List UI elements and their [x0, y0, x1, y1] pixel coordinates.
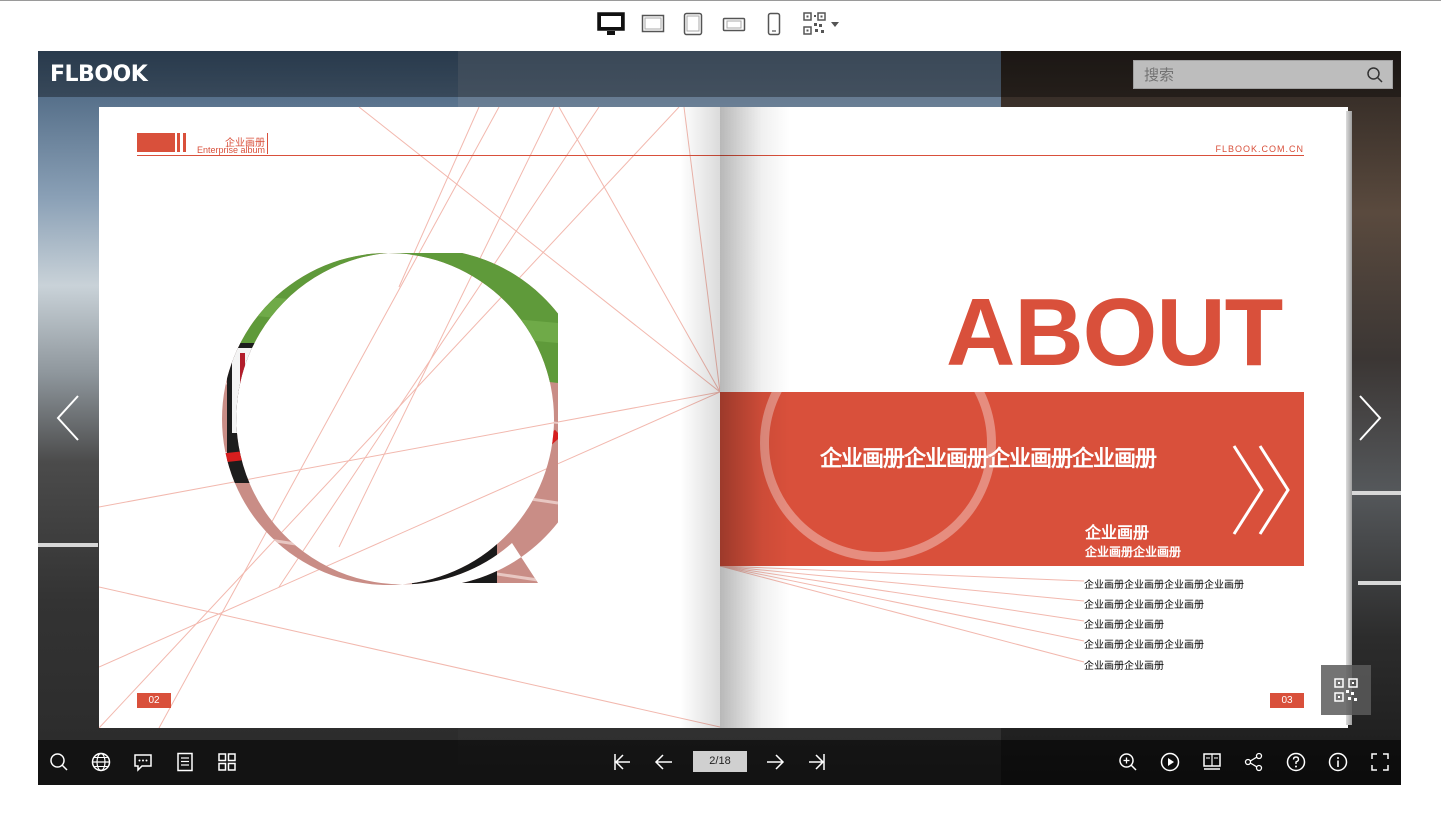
- header-accent-bar: [137, 133, 175, 152]
- help-button[interactable]: [1286, 752, 1306, 772]
- list-item: 企业画册企业画册: [1084, 661, 1164, 672]
- viewer-top-bar: FLBOOK: [38, 51, 1401, 97]
- logo: FLBOOK: [50, 62, 148, 87]
- road-marking: [1350, 491, 1401, 495]
- first-page-icon: [614, 754, 630, 770]
- chevron-left-icon: [56, 395, 79, 441]
- road-marking: [1358, 581, 1401, 585]
- page-indicator[interactable]: 2/18: [693, 751, 747, 772]
- search-button[interactable]: [49, 752, 69, 772]
- list-item: 企业画册企业画册企业画册企业画册: [1084, 580, 1244, 591]
- desktop-view-button[interactable]: [597, 12, 625, 36]
- tablet-portrait-view-button[interactable]: [682, 12, 704, 36]
- tablet-landscape-icon: [641, 14, 665, 33]
- site-url: FLBOOK.COM.CN: [1215, 144, 1304, 154]
- flipbook-viewer: FLBOOK 搜索 企业画册 Enterprise album 02 FLBOO…: [38, 51, 1401, 785]
- next-page-arrow[interactable]: [1354, 393, 1384, 443]
- fullscreen-button[interactable]: [1370, 752, 1390, 772]
- band-subtitle-small: 企业画册企业画册: [1085, 545, 1182, 559]
- tablet-portrait-icon: [683, 12, 703, 36]
- right-page[interactable]: FLBOOK.COM.CN ABOUT 企业画册企业画册企业画册企业画册 企业画…: [720, 107, 1348, 728]
- red-band: 企业画册企业画册企业画册企业画册 企业画册 企业画册企业画册: [720, 392, 1304, 566]
- road-marking: [38, 543, 98, 547]
- comments-button[interactable]: [133, 752, 153, 772]
- document-icon: [177, 752, 193, 772]
- previous-page-button[interactable]: [654, 752, 674, 772]
- window-top-border: [0, 0, 1441, 1]
- header-title-en: Enterprise album: [196, 145, 265, 155]
- runners-photo: [222, 253, 562, 589]
- globe-icon: [91, 752, 111, 772]
- chevron-right-icon: [1359, 395, 1382, 441]
- zoom-in-icon: [1119, 753, 1137, 771]
- qr-code-icon: [1334, 678, 1358, 702]
- search-icon: [50, 753, 68, 771]
- about-heading: ABOUT: [946, 279, 1283, 386]
- device-preview-bar: [0, 8, 1441, 40]
- tablet-landscape-view-button[interactable]: [641, 12, 665, 36]
- grid-icon: [218, 753, 236, 771]
- band-title: 企业画册企业画册企业画册企业画册: [820, 447, 1157, 472]
- list-item: 企业画册企业画册: [1084, 620, 1164, 631]
- bookmark-icon: [1203, 753, 1221, 770]
- desktop-icon: [597, 12, 625, 35]
- bottom-toolbar: 2/18: [38, 740, 1401, 785]
- last-page-button[interactable]: [807, 752, 827, 772]
- arrow-right-icon: [767, 754, 785, 770]
- double-chevron-icon: [1232, 445, 1290, 535]
- page-stack-edge: [1346, 111, 1352, 725]
- zoom-in-button[interactable]: [1118, 752, 1138, 772]
- decorative-ring: [760, 392, 996, 561]
- qr-code-button[interactable]: [1321, 665, 1371, 715]
- help-icon: [1286, 752, 1306, 772]
- info-icon: [1328, 752, 1348, 772]
- thumbnails-button[interactable]: [217, 752, 237, 772]
- qr-code-view-button[interactable]: [803, 12, 841, 36]
- gutter-shadow-left: [680, 107, 720, 728]
- autoplay-button[interactable]: [1160, 752, 1180, 772]
- page-number-right: 03: [1270, 693, 1304, 708]
- first-page-button[interactable]: [612, 752, 632, 772]
- search-box: [1133, 60, 1393, 89]
- previous-page-arrow[interactable]: [54, 393, 84, 443]
- list-item: 企业画册企业画册企业画册: [1084, 640, 1204, 651]
- fullscreen-icon: [1371, 753, 1389, 771]
- last-page-icon: [809, 754, 825, 770]
- language-button[interactable]: [91, 752, 111, 772]
- open-book: 企业画册 Enterprise album 02 FLBOOK.COM.CN A…: [99, 107, 1352, 728]
- phone-landscape-view-button[interactable]: [722, 12, 746, 36]
- gutter-shadow-right: [720, 107, 790, 728]
- page-number-left: 02: [137, 693, 171, 708]
- info-button[interactable]: [1328, 752, 1348, 772]
- share-icon: [1244, 752, 1263, 772]
- share-button[interactable]: [1244, 752, 1264, 772]
- left-page[interactable]: 企业画册 Enterprise album 02: [99, 107, 720, 728]
- search-button[interactable]: [1366, 66, 1384, 84]
- play-icon: [1160, 752, 1180, 772]
- header-rule: [137, 155, 720, 156]
- search-input[interactable]: [1134, 61, 1364, 88]
- phone-portrait-icon: [767, 12, 781, 36]
- header-accent-stripe: [177, 133, 180, 152]
- band-subtitle: 企业画册: [1085, 523, 1150, 542]
- list-item: 企业画册企业画册企业画册: [1084, 600, 1204, 611]
- arrow-left-icon: [654, 754, 672, 770]
- next-page-button[interactable]: [765, 752, 785, 772]
- bookmark-button[interactable]: [1202, 752, 1222, 772]
- comment-icon: [134, 754, 152, 772]
- table-of-contents-button[interactable]: [175, 752, 195, 772]
- runners-photo-image: [222, 253, 562, 585]
- phone-portrait-view-button[interactable]: [765, 12, 783, 36]
- header-rule: [720, 155, 1304, 156]
- phone-landscape-icon: [722, 17, 746, 32]
- qr-code-icon: [803, 12, 839, 35]
- search-icon: [1367, 67, 1383, 83]
- header-separator: [267, 133, 268, 154]
